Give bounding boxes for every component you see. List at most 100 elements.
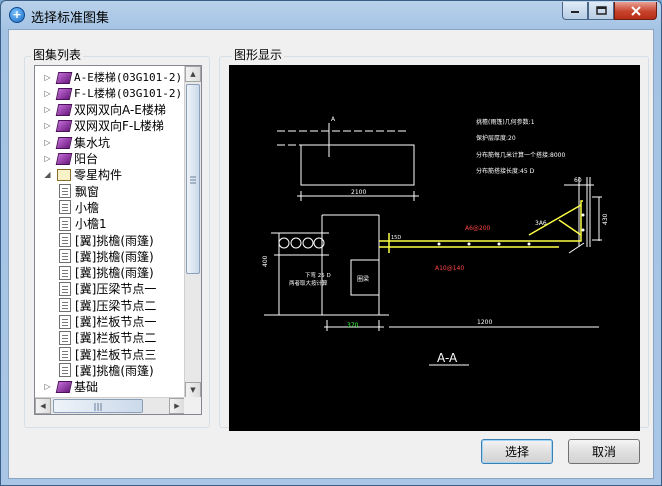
rebar-dots (278, 213, 585, 249)
document-icon (59, 233, 71, 247)
tree-item-label: 双网双向F-L楼梯 (74, 119, 164, 134)
tree-item-label: [冀]栏板节点二 (75, 331, 157, 346)
tree-item[interactable]: [冀]压梁节点一 (59, 281, 156, 297)
book-icon (55, 136, 71, 149)
note-2: 保护层厚度:20 (476, 134, 516, 142)
book-icon (55, 380, 71, 393)
tree-item[interactable]: ▷ A-E楼梯(03G101-2) (43, 69, 182, 85)
open-book-icon (55, 168, 71, 182)
tree-item[interactable]: [冀]栏板节点二 (59, 330, 156, 346)
note-xiawan: 下弯 25 D (305, 271, 331, 279)
dim-2100: 2100 (351, 189, 366, 196)
tree-item-label: 双网双向A-E楼梯 (74, 103, 166, 118)
title-bar[interactable]: + 选择标准图集 (1, 1, 661, 29)
document-icon (59, 249, 71, 264)
expand-arrow-icon[interactable]: ▷ (43, 382, 52, 391)
grip-icon (190, 176, 196, 184)
section-drawing: A 挑檐(雨篷)几何参数:1 保护层厚度:20 分布筋每几米计算一个搭接:800… (262, 116, 609, 366)
tree-item[interactable]: ◢ 零星构件 (43, 167, 122, 183)
tree-item[interactable]: 飘窗 (59, 183, 99, 199)
window-title: 选择标准图集 (31, 11, 110, 26)
expand-arrow-icon[interactable]: ▷ (43, 154, 52, 163)
tree-item[interactable]: 小檐1 (59, 216, 107, 232)
expand-arrow-icon[interactable]: ▷ (43, 89, 52, 98)
note-3: 分布筋每几米计算一个搭接:8000 (476, 151, 565, 159)
document-icon (59, 363, 71, 378)
tree-item[interactable]: ▷ 双网双向A-E楼梯 (43, 102, 166, 118)
tree-horizontal-scrollbar[interactable]: ◀ ▶ (35, 397, 186, 414)
mark-15d: 15D (391, 235, 401, 241)
close-icon (630, 5, 641, 16)
document-icon (59, 314, 71, 329)
tree-item[interactable]: ▷ F-L楼梯(03G101-2) (43, 85, 182, 101)
document-icon (59, 265, 71, 280)
document-icon (59, 200, 71, 215)
maximize-icon (595, 6, 607, 15)
tree-item-label: [冀]栏板节点一 (75, 315, 157, 329)
grip-icon (94, 403, 102, 411)
atlas-tree[interactable]: ▷现浇板▷基础[冀]挑檐(雨篷)[冀]栏板节点三[冀]栏板节点二[冀]栏板节点一… (34, 65, 202, 415)
tree-item[interactable]: [冀]栏板节点一 (59, 314, 156, 330)
tree-item[interactable]: [冀]栏板节点三 (59, 346, 156, 362)
app-icon: + (9, 7, 25, 23)
scroll-up-button[interactable]: ▲ (185, 66, 201, 82)
hscroll-thumb[interactable] (53, 399, 143, 413)
tree-item[interactable]: ▷ 阳台 (43, 151, 98, 167)
scroll-thumb[interactable] (186, 84, 200, 274)
drawing-preview: A 挑檐(雨篷)几何参数:1 保护层厚度:20 分布筋每几米计算一个搭接:800… (229, 65, 640, 431)
expand-arrow-icon[interactable]: ▷ (43, 121, 52, 130)
document-icon (59, 184, 71, 199)
cancel-button[interactable]: 取消 (568, 439, 640, 464)
book-icon (55, 103, 71, 116)
tree-item-label: F-L楼梯(03G101-2) (74, 87, 183, 101)
expand-arrow-icon[interactable]: ▷ (43, 73, 52, 82)
note-4: 分布筋搭接长度:45 D (476, 167, 535, 175)
document-icon (59, 281, 71, 296)
tree-item[interactable]: [翼]挑檐(雨篷) (59, 232, 154, 248)
maximize-button[interactable] (588, 2, 614, 20)
beam-label: 圈梁 (357, 275, 369, 283)
book-icon (55, 87, 71, 100)
tree-item-label: 小檐 (75, 200, 100, 215)
rebar-side-label: 3A6 (535, 220, 547, 227)
tree-item[interactable]: [冀]挑檐(雨篷) (59, 265, 154, 281)
dim-60: 60 (574, 177, 582, 184)
collapse-arrow-icon[interactable]: ◢ (43, 170, 52, 179)
tree-item-label: [冀]栏板节点三 (75, 347, 157, 362)
scrollbar-corner (184, 397, 201, 414)
document-icon (59, 347, 71, 362)
book-icon (55, 152, 71, 165)
tree-item-label: [翼]挑檐(雨篷) (75, 233, 154, 248)
tree-item-label: [冀]压梁节点二 (75, 298, 157, 313)
scroll-down-button[interactable]: ▼ (185, 382, 201, 398)
close-button[interactable] (614, 2, 657, 20)
tree-item-label: 零星构件 (74, 168, 123, 183)
tree-item-label: 飘窗 (75, 184, 100, 199)
expand-arrow-icon[interactable]: ▷ (43, 138, 52, 147)
tree-item[interactable]: [冀]挑檐(雨篷) (59, 362, 154, 378)
tree-item-label: [冀]压梁节点一 (75, 282, 157, 297)
section-title: A-A (437, 351, 458, 365)
tree-item[interactable]: ▷ 双网双向F-L楼梯 (43, 118, 164, 134)
tree-item-label: 小檐1 (75, 217, 107, 232)
dim-430: 430 (602, 213, 609, 225)
tree-item-label: [冀]挑檐(雨篷) (75, 249, 154, 264)
minimize-button[interactable] (562, 2, 588, 20)
list-label: 图集列表 (31, 46, 84, 63)
tree-vertical-scrollbar[interactable]: ▲ ▼ (184, 66, 201, 399)
scroll-right-button[interactable]: ▶ (169, 398, 185, 414)
tree-item[interactable]: ▷ 集水坑 (43, 134, 110, 150)
tree-item[interactable]: 小檐 (59, 199, 99, 215)
dim-370: 370 (347, 322, 359, 329)
scroll-left-button[interactable]: ◀ (35, 398, 51, 414)
tree-item[interactable]: ▷ 基础 (43, 379, 98, 395)
select-button[interactable]: 选择 (481, 439, 553, 464)
book-icon (55, 119, 71, 132)
tree-item-label: [冀]挑檐(雨篷) (75, 266, 154, 281)
tree-item-label: 基础 (74, 380, 99, 395)
dim-1200: 1200 (477, 319, 492, 326)
expand-arrow-icon[interactable]: ▷ (43, 105, 52, 114)
book-icon (55, 71, 71, 84)
tree-item[interactable]: [冀]挑檐(雨篷) (59, 248, 154, 264)
tree-item[interactable]: [冀]压梁节点二 (59, 297, 156, 313)
